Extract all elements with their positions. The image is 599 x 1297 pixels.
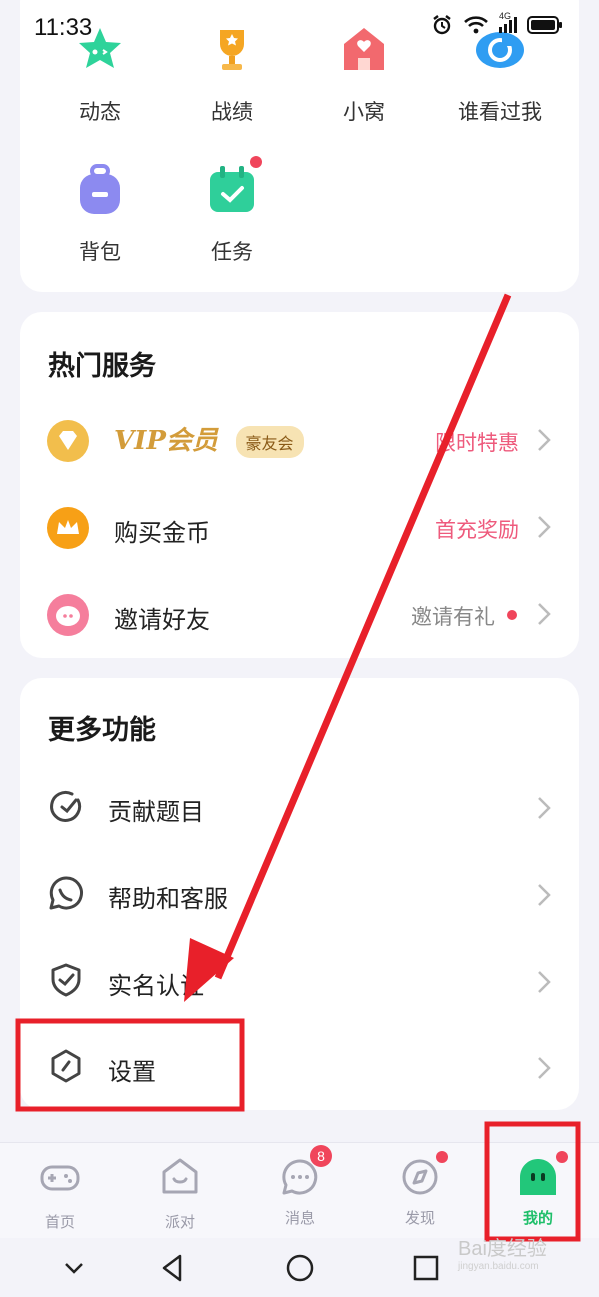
chevron-down-icon[interactable] — [58, 1252, 90, 1284]
row-label: 设置 — [108, 1058, 156, 1086]
row-label: 帮助和客服 — [108, 885, 228, 913]
grid-item-backpack[interactable]: 背包 — [40, 162, 160, 266]
tab-label: 消息 — [284, 1209, 315, 1227]
compass-icon — [402, 1159, 438, 1195]
more-functions-card: 更多功能 贡献题目 帮助和客服 实名认证 设置 — [20, 678, 579, 1110]
coins-promo: 首充奖励 — [435, 518, 519, 542]
row-verify[interactable]: 实名认证 — [20, 940, 579, 1026]
chevron-right-icon — [538, 971, 551, 993]
row-label: 购买金币 — [114, 519, 210, 547]
row-buy-coins[interactable]: 购买金币 首充奖励 — [20, 485, 579, 571]
row-help[interactable]: 帮助和客服 — [20, 853, 579, 939]
row-label: 邀请好友 — [114, 606, 210, 634]
grid-label: 谁看过我 — [458, 100, 542, 124]
status-bar: 11:33 4G — [0, 0, 599, 60]
task-red-dot — [250, 156, 262, 168]
grid-label: 小窝 — [343, 100, 385, 124]
gamepad-icon — [40, 1165, 80, 1191]
tab-label: 我的 — [522, 1209, 553, 1227]
vip-promo: 限时特惠 — [435, 431, 519, 455]
section-title-more: 更多功能 — [48, 715, 156, 746]
tab-discover[interactable]: 发现 — [370, 1151, 470, 1228]
grid-label: 动态 — [79, 100, 121, 124]
grid-item-tasks[interactable]: 任务 — [172, 156, 292, 266]
tab-label: 首页 — [44, 1213, 75, 1231]
section-title-hot: 热门服务 — [48, 351, 156, 382]
chevron-right-icon — [538, 1057, 551, 1079]
tab-label: 派对 — [164, 1213, 195, 1231]
chat-icon — [49, 876, 83, 910]
tab-home[interactable]: 首页 — [10, 1155, 110, 1232]
back-icon[interactable] — [156, 1252, 188, 1284]
settings-hexagon-icon — [51, 1049, 81, 1083]
tab-me[interactable]: 我的 — [488, 1151, 588, 1228]
me-face-icon — [520, 1159, 556, 1195]
wifi-icon — [464, 16, 488, 34]
row-settings[interactable]: 设置 — [20, 1026, 579, 1112]
shield-check-icon — [51, 963, 81, 997]
recents-icon[interactable] — [410, 1252, 442, 1284]
hot-services-card: 热门服务 VIP会员 豪友会 限时特惠 购买金币 首充奖励 邀请好友 邀请有礼 — [20, 312, 579, 658]
status-icons: 4G — [431, 11, 563, 36]
chevron-right-icon — [538, 516, 551, 538]
grid-label: 战绩 — [211, 100, 253, 124]
vip-badge: 豪友会 — [235, 426, 304, 458]
chevron-right-icon — [538, 603, 551, 625]
row-label: 实名认证 — [108, 972, 204, 1000]
network-type: 4G — [499, 11, 512, 21]
pig-icon — [47, 594, 89, 636]
party-house-icon — [162, 1158, 198, 1194]
alarm-icon — [433, 15, 451, 35]
backpack-icon — [80, 164, 120, 214]
chevron-right-icon — [538, 884, 551, 906]
calendar-icon — [210, 166, 254, 212]
vip-label: VIP会员 — [114, 426, 218, 456]
chevron-right-icon — [538, 429, 551, 451]
tab-label: 发现 — [404, 1209, 435, 1227]
row-invite[interactable]: 邀请好友 邀请有礼 — [20, 572, 579, 658]
watermark: Bai度经验 jingyan.baidu.com — [458, 1238, 547, 1272]
row-label: 贡献题目 — [108, 798, 204, 826]
bottom-tab-bar: 首页 派对 8 消息 发现 我的 — [0, 1142, 599, 1238]
me-red-dot — [556, 1151, 568, 1163]
discover-red-dot — [436, 1151, 448, 1163]
invite-red-dot — [507, 610, 517, 620]
signal-icon: 4G — [499, 11, 517, 33]
home-icon[interactable] — [284, 1252, 316, 1284]
tab-messages[interactable]: 8 消息 — [250, 1145, 350, 1228]
diamond-icon — [47, 420, 89, 462]
row-contribute[interactable]: 贡献题目 — [20, 766, 579, 852]
contribute-icon — [50, 790, 82, 822]
message-badge: 8 — [310, 1145, 332, 1167]
grid-label: 背包 — [79, 240, 121, 264]
battery-icon — [527, 16, 562, 34]
grid-label: 任务 — [211, 240, 253, 264]
status-time: 11:33 — [34, 14, 93, 41]
invite-promo: 邀请有礼 — [411, 605, 495, 629]
chevron-right-icon — [538, 797, 551, 819]
tab-party[interactable]: 派对 — [130, 1155, 230, 1232]
crown-icon — [47, 507, 89, 549]
row-vip[interactable]: VIP会员 豪友会 限时特惠 — [20, 398, 579, 484]
